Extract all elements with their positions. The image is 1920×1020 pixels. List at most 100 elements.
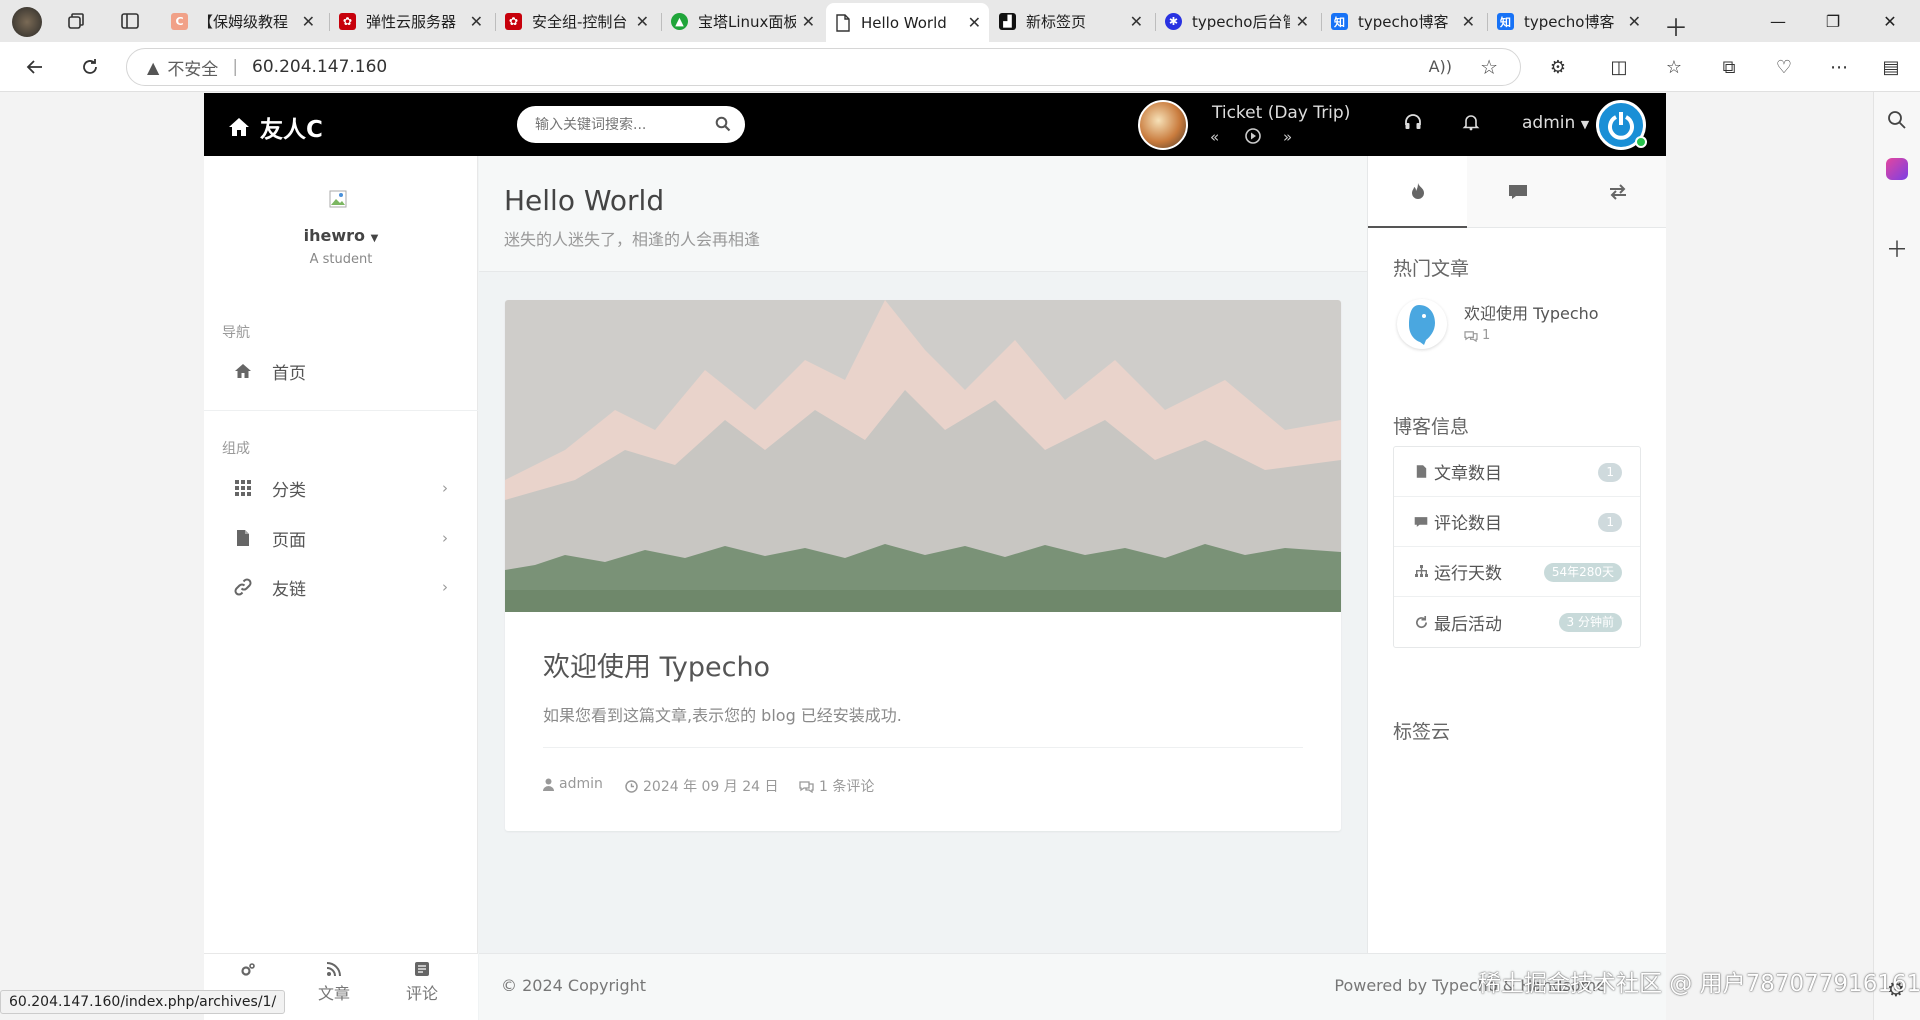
sidebar-item-home[interactable]: 首页 [204,347,478,395]
url-text[interactable]: 60.204.147.160 [252,57,387,77]
post-comments[interactable]: 1 条评论 [799,776,874,796]
brand-name: 友人C [260,117,323,143]
hot-post-title[interactable]: 欢迎使用 Typecho [1464,300,1599,324]
sidebar-item-links[interactable]: 友链 › [204,563,478,611]
sidebar-footer-settings[interactable] [218,962,278,982]
performance-icon[interactable]: ♡ [1771,54,1797,80]
more-menu-icon[interactable]: ⋯ [1826,54,1852,80]
tab-close-icon[interactable]: ✕ [1628,12,1641,31]
left-sidebar: ihewro ▼ A student 导航 首页 组成 分类 › 页面 › 友链… [204,156,478,1020]
music-cover-image[interactable] [1138,100,1188,150]
site-header: 友人C Ticket (Day Trip) « » admin ▼ [204,93,1666,156]
profile-image-icon[interactable] [329,190,347,208]
profile-name[interactable]: ihewro ▼ [204,226,478,245]
link-icon [232,578,254,596]
tab-close-icon[interactable]: ✕ [802,12,815,31]
tab-hot[interactable] [1368,156,1467,228]
list-item: 运行天数 54年280天 [1394,547,1640,597]
file-icon [1412,465,1430,478]
collections-icon[interactable]: ⧉ [1716,54,1742,80]
sidebar-footer-comments[interactable]: 评论 [392,962,452,1004]
tab-actions-icon[interactable] [120,11,140,31]
close-window-button[interactable]: ✕ [1860,0,1920,42]
huawei-favicon-icon: ✿ [339,13,356,30]
profile-avatar[interactable] [12,7,42,37]
post-card[interactable]: 欢迎使用 Typecho 如果您看到这篇文章,表示您的 blog 已经安装成功.… [505,300,1341,831]
page-subtitle: 迷失的人迷失了，相逢的人会再相逢 [504,230,761,249]
tab-close-icon[interactable]: ✕ [470,12,483,31]
sidebar-item-pages[interactable]: 页面 › [204,514,478,562]
tab-random[interactable] [1568,156,1666,228]
zhihu-favicon-icon: 知 [1331,13,1348,30]
status-bar-url: 60.204.147.160/index.php/archives/1/ [0,990,286,1014]
search-input[interactable] [535,116,705,133]
split-screen-icon[interactable]: ◫ [1606,54,1632,80]
browser-tab[interactable]: ✿ 安全组-控制台 ✕ [497,5,657,38]
tab-close-icon[interactable]: ✕ [1462,12,1475,31]
browser-tab-active[interactable]: Hello World ✕ [826,3,989,42]
profile-description: A student [309,252,373,267]
music-title: Ticket (Day Trip) [1212,103,1351,123]
user-menu-toggle[interactable]: admin ▼ [1522,113,1589,133]
list-item: 文章数目 1 [1394,447,1640,497]
workspaces-icon[interactable] [66,11,86,31]
post-title[interactable]: 欢迎使用 Typecho [543,645,770,684]
refresh-button[interactable] [74,51,106,83]
sidebar-footer-articles[interactable]: 文章 [304,962,364,1004]
tab-comments[interactable] [1468,156,1567,228]
tab-close-icon[interactable]: ✕ [1296,12,1309,31]
sidebar-toggle-icon[interactable]: ▤ [1878,54,1904,80]
baota-favicon-icon: ▲ [671,13,688,30]
tab-close-icon[interactable]: ✕ [302,12,315,31]
warning-icon: ▲ [147,57,160,77]
hot-post-thumbnail[interactable] [1397,299,1447,349]
back-button[interactable] [19,51,51,83]
favorite-star-icon[interactable]: ☆ [1480,55,1498,79]
browser-tab[interactable]: ✱ typecho后台管理 ✕ [1157,5,1317,38]
browser-tab[interactable]: C 【保姆级教程 ✕ [163,5,323,38]
post-author[interactable]: admin [543,776,603,792]
post-cover-image[interactable] [505,300,1341,612]
browser-tab[interactable]: 知 typecho博客 ✕ [1323,5,1483,38]
headphones-icon[interactable] [1404,113,1422,131]
sidebar-item-categories[interactable]: 分类 › [204,464,478,512]
copilot-icon[interactable] [1886,158,1908,180]
zhihu-favicon-icon: 知 [1497,13,1514,30]
next-track-icon[interactable]: » [1283,128,1292,146]
search-box[interactable] [517,106,745,143]
home-icon [232,363,254,379]
search-icon[interactable] [1887,110,1907,130]
right-sidebar: 热门文章 欢迎使用 Typecho 1 博客信息 文章数目 1 评论数目 1 运… [1367,156,1666,953]
tab-close-icon[interactable]: ✕ [968,13,981,32]
hot-post-comments: 1 [1464,328,1490,343]
security-label[interactable]: 不安全 [167,55,218,80]
browser-tab[interactable]: ▲ 宝塔Linux面板 ✕ [663,5,823,38]
post-divider [543,747,1303,748]
play-icon[interactable] [1245,128,1261,144]
browser-tab[interactable]: ✿ 弹性云服务器 ✕ [331,5,491,38]
favorites-icon[interactable]: ☆ [1661,54,1687,80]
list-item: 评论数目 1 [1394,497,1640,547]
grid-icon [232,480,254,496]
search-icon[interactable] [715,116,731,132]
site-brand[interactable]: 友人C [228,110,323,144]
browser-tab[interactable]: ▟ 新标签页 ✕ [991,5,1151,38]
minimize-button[interactable]: — [1748,0,1808,42]
comment-square-icon [392,962,452,976]
url-field[interactable]: ▲ 不安全 | 60.204.147.160 A)) ☆ [126,48,1521,86]
add-sidebar-icon[interactable]: ＋ [1886,232,1908,264]
exchange-icon [1608,184,1628,200]
sidebar-tabs [1368,156,1666,228]
previous-track-icon[interactable]: « [1210,128,1219,146]
post-excerpt: 如果您看到这篇文章,表示您的 blog 已经安装成功. [543,706,902,725]
new-tab-button[interactable]: ＋ [1664,8,1688,43]
tab-close-icon[interactable]: ✕ [1130,12,1143,31]
main-header: Hello World 迷失的人迷失了，相逢的人会再相逢 [479,156,1370,272]
read-aloud-icon[interactable]: A)) [1429,57,1452,76]
browser-tab[interactable]: 知 typecho博客 ✕ [1489,5,1649,38]
restore-button[interactable]: ❐ [1803,0,1863,42]
extensions-icon[interactable]: ⚙ [1545,54,1571,80]
tab-close-icon[interactable]: ✕ [636,12,649,31]
bell-icon[interactable] [1462,113,1480,131]
caret-down-icon: ▼ [1580,118,1590,131]
